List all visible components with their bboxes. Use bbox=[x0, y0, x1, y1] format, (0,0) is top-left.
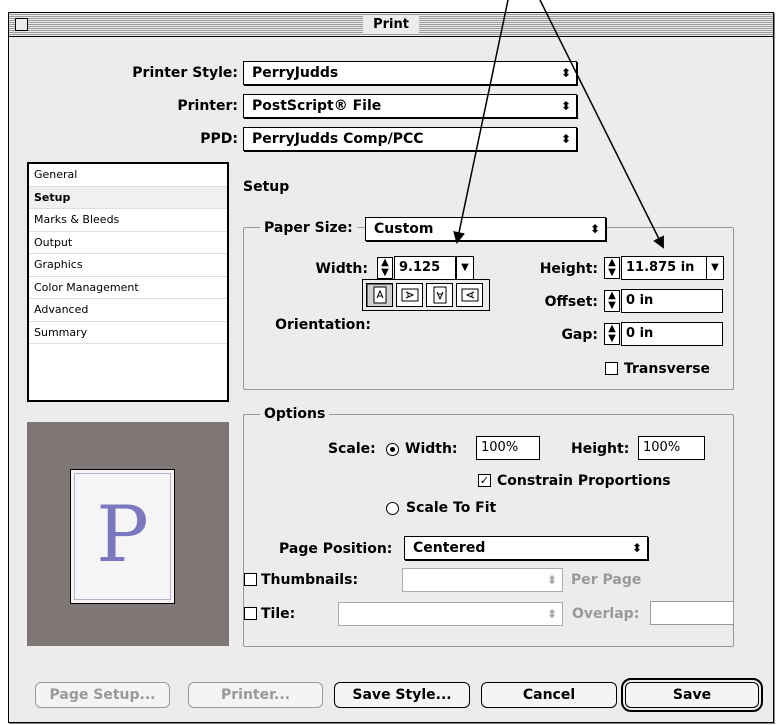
scale-width-label: Width: bbox=[405, 441, 458, 457]
portrait-orientation-icon[interactable] bbox=[366, 283, 393, 307]
sidebar-item-output[interactable]: Output bbox=[29, 232, 227, 254]
width-field[interactable]: 9.125 in bbox=[394, 256, 456, 297]
width-label: Width: bbox=[315, 261, 368, 277]
ppd-value: PerryJudds Comp/PCC bbox=[252, 131, 424, 147]
down-arrow-icon[interactable]: ▼ bbox=[605, 334, 619, 344]
scale-height-label: Height: bbox=[571, 441, 630, 457]
cancel-button[interactable]: Cancel bbox=[481, 682, 617, 708]
landscape-orientation-icon[interactable] bbox=[396, 283, 423, 307]
title-bar[interactable]: Print bbox=[9, 13, 773, 37]
popup-arrow-icon: ⬍ bbox=[546, 573, 558, 587]
scale-label: Scale: bbox=[328, 441, 376, 457]
save-button[interactable]: Save bbox=[621, 678, 763, 712]
down-arrow-icon[interactable]: ▼ bbox=[378, 268, 392, 278]
sidebar-item-graphics[interactable]: Graphics bbox=[29, 254, 227, 277]
popup-arrow-icon: ⬍ bbox=[560, 66, 572, 80]
sidebar-item-color-management[interactable]: Color Management bbox=[29, 277, 227, 299]
checkmark-icon: ✓ bbox=[479, 474, 490, 487]
scale-to-fit-radio[interactable] bbox=[386, 502, 399, 515]
scale-height-field[interactable]: 100% bbox=[638, 436, 705, 460]
thumbnails-checkbox[interactable] bbox=[244, 573, 257, 586]
tile-label: Tile: bbox=[261, 606, 296, 622]
tile-checkbox[interactable] bbox=[244, 607, 257, 620]
sidebar-item-summary[interactable]: Summary bbox=[29, 322, 227, 344]
popup-arrow-icon: ⬍ bbox=[560, 99, 572, 113]
gap-field[interactable]: 0 in bbox=[621, 322, 723, 346]
offset-field[interactable]: 0 in bbox=[621, 289, 723, 313]
paper-size-label: Paper Size: bbox=[260, 219, 357, 237]
scale-to-fit-label: Scale To Fit bbox=[406, 500, 497, 516]
window-title: Print bbox=[363, 16, 419, 33]
offset-stepper[interactable]: ▲ ▼ bbox=[604, 290, 620, 312]
width-units-dropdown[interactable]: ▼ bbox=[456, 256, 474, 280]
overlap-label: Overlap: bbox=[572, 606, 640, 622]
reverse-portrait-orientation-icon[interactable] bbox=[426, 283, 453, 307]
options-heading: Options bbox=[260, 405, 330, 423]
scale-width-field[interactable]: 100% bbox=[476, 436, 540, 460]
printer-style-value: PerryJudds bbox=[252, 65, 339, 81]
height-stepper[interactable]: ▲ ▼ bbox=[604, 257, 620, 279]
preview-letter: P bbox=[96, 490, 149, 580]
tile-popup[interactable]: ⬍ bbox=[338, 602, 563, 626]
popup-arrow-icon: ⬍ bbox=[546, 607, 558, 621]
printer-style-popup[interactable]: PerryJudds ⬍ bbox=[243, 61, 577, 85]
sidebar-item-setup[interactable]: Setup bbox=[29, 186, 227, 209]
transverse-label: Transverse bbox=[624, 361, 711, 377]
paper-size-value: Custom bbox=[374, 221, 434, 237]
height-label: Height: bbox=[539, 261, 598, 277]
constrain-proportions-label: Constrain Proportions bbox=[497, 473, 671, 489]
popup-arrow-icon: ⬍ bbox=[560, 132, 572, 146]
width-stepper[interactable]: ▲ ▼ bbox=[377, 257, 393, 279]
down-arrow-icon[interactable]: ▼ bbox=[605, 301, 619, 311]
height-units-dropdown[interactable]: ▼ bbox=[706, 256, 724, 280]
orientation-label: Orientation: bbox=[275, 317, 371, 333]
gap-label: Gap: bbox=[561, 327, 598, 343]
thumbnails-label: Thumbnails: bbox=[261, 572, 359, 588]
reverse-landscape-orientation-icon[interactable] bbox=[456, 283, 483, 307]
page-position-popup[interactable]: Centered ⬍ bbox=[404, 536, 648, 560]
settings-category-list[interactable]: General Setup Marks & Bleeds Output Grap… bbox=[27, 162, 229, 402]
sidebar-item-general[interactable]: General bbox=[29, 164, 227, 187]
page-position-label: Page Position: bbox=[279, 541, 393, 557]
offset-label: Offset: bbox=[544, 294, 598, 310]
page-position-value: Centered bbox=[413, 540, 486, 556]
per-page-label: Per Page bbox=[571, 572, 642, 588]
gap-stepper[interactable]: ▲ ▼ bbox=[604, 323, 620, 345]
paper-size-popup[interactable]: Custom ⬍ bbox=[365, 217, 606, 241]
sidebar-item-marks-bleeds[interactable]: Marks & Bleeds bbox=[29, 209, 227, 232]
chevron-down-icon: ▼ bbox=[711, 262, 719, 273]
height-field[interactable]: 11.875 in bbox=[621, 256, 707, 280]
popup-arrow-icon: ⬍ bbox=[589, 222, 601, 236]
printer-popup[interactable]: PostScript® File ⬍ bbox=[243, 94, 577, 118]
overlap-field[interactable] bbox=[650, 601, 734, 625]
scale-width-radio[interactable] bbox=[386, 443, 399, 456]
popup-arrow-icon: ⬍ bbox=[631, 541, 643, 555]
setup-heading: Setup bbox=[243, 179, 290, 195]
orientation-buttons bbox=[362, 279, 490, 311]
printer-button[interactable]: Printer... bbox=[188, 682, 323, 708]
preview-page: P bbox=[70, 469, 175, 604]
save-style-button[interactable]: Save Style... bbox=[334, 682, 470, 708]
close-box[interactable] bbox=[15, 18, 28, 31]
constrain-proportions-checkbox[interactable]: ✓ bbox=[478, 474, 491, 487]
down-arrow-icon[interactable]: ▼ bbox=[605, 268, 619, 278]
chevron-down-icon: ▼ bbox=[461, 262, 469, 273]
printer-label: Printer: bbox=[177, 98, 238, 114]
sidebar-item-advanced[interactable]: Advanced bbox=[29, 299, 227, 322]
ppd-label: PPD: bbox=[200, 131, 238, 147]
printer-style-label: Printer Style: bbox=[132, 65, 238, 81]
page-preview: P bbox=[27, 422, 229, 646]
printer-value: PostScript® File bbox=[252, 98, 382, 114]
thumbnails-popup[interactable]: ⬍ bbox=[402, 568, 563, 592]
page-setup-button[interactable]: Page Setup... bbox=[35, 682, 170, 708]
transverse-checkbox[interactable] bbox=[605, 362, 618, 375]
ppd-popup[interactable]: PerryJudds Comp/PCC ⬍ bbox=[243, 127, 577, 151]
